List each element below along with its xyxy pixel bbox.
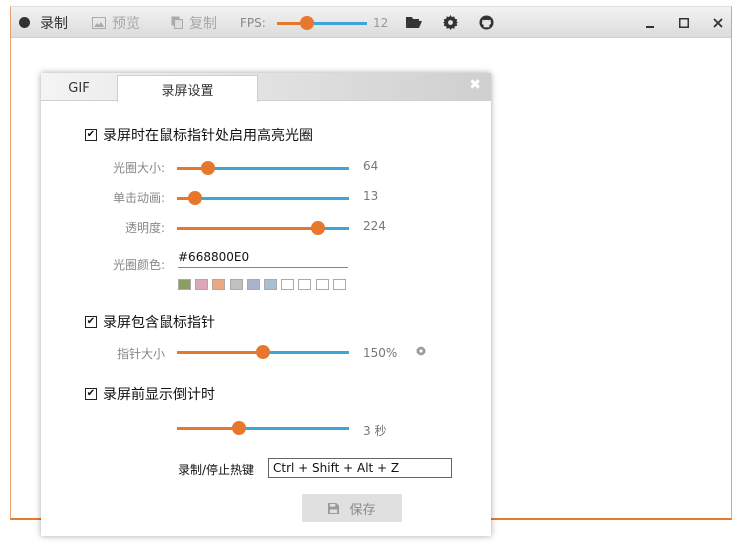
color-swatch[interactable]: [298, 279, 312, 290]
copy-label: 复制: [189, 15, 217, 32]
halo-size-label: 光圈大小:: [113, 161, 166, 175]
click-anim-value: 13: [363, 189, 379, 203]
fps-slider-thumb[interactable]: [300, 16, 314, 30]
color-swatch[interactable]: [212, 279, 226, 290]
halo-size-thumb[interactable]: [201, 161, 215, 175]
countdown-slider[interactable]: [177, 420, 349, 436]
folder-open-icon: [406, 17, 422, 28]
cursor-checkbox-label: 录屏包含鼠标指针: [103, 315, 215, 331]
close-icon: [713, 17, 723, 28]
color-swatch[interactable]: [264, 279, 277, 290]
copy-icon: [171, 16, 183, 29]
save-label: 保存: [349, 502, 376, 518]
pointer-settings-gear-icon[interactable]: [416, 346, 426, 356]
halo-size-value: 64: [363, 159, 379, 173]
image-icon: [92, 16, 106, 29]
color-swatch[interactable]: [281, 279, 295, 290]
countdown-checkbox-label: 录屏前显示倒计时: [103, 387, 215, 403]
cursor-checkbox-row[interactable]: ✔ 录屏包含鼠标指针: [85, 312, 215, 332]
countdown-checkbox-row[interactable]: ✔ 录屏前显示倒计时: [85, 384, 215, 404]
color-swatch[interactable]: [246, 279, 260, 290]
click-anim-label: 单击动画:: [113, 191, 166, 205]
open-folder-button[interactable]: [406, 7, 422, 38]
tab-record-settings[interactable]: 录屏设置: [117, 75, 258, 102]
fps-control: FPS:: [240, 7, 266, 38]
fps-slider[interactable]: [277, 15, 367, 31]
github-button[interactable]: [479, 7, 494, 38]
fps-value: 12: [373, 16, 389, 30]
highlight-checkbox-label: 录屏时在鼠标指针处启用高亮光圈: [103, 128, 313, 144]
halo-color-label: 光圈颜色:: [113, 258, 166, 272]
color-swatch[interactable]: [332, 279, 346, 290]
panel-tab-bar: GIF 录屏设置 ✖: [41, 73, 491, 102]
pointer-size-value: 150%: [363, 346, 398, 360]
opacity-thumb[interactable]: [311, 221, 325, 235]
color-swatch[interactable]: [315, 279, 329, 290]
pointer-size-thumb[interactable]: [256, 345, 270, 359]
record-label: 录制: [40, 15, 68, 32]
click-anim-slider[interactable]: [177, 190, 349, 206]
color-swatch[interactable]: [178, 279, 191, 290]
settings-button[interactable]: [443, 7, 458, 38]
halo-color-input[interactable]: #668800E0: [178, 250, 348, 268]
opacity-label: 透明度:: [125, 221, 166, 235]
hotkey-input[interactable]: Ctrl + Shift + Alt + Z: [268, 458, 452, 478]
pointer-size-slider[interactable]: [177, 344, 349, 360]
maximize-button[interactable]: [667, 7, 701, 38]
title-bar: 录制 预览 复制 FPS: 12: [11, 7, 731, 38]
gear-icon: [443, 15, 458, 30]
record-icon: [19, 17, 30, 28]
minimize-icon: [646, 25, 654, 28]
color-swatch[interactable]: [229, 279, 243, 290]
hotkey-label: 录制/停止热键: [178, 463, 255, 477]
color-swatch[interactable]: [195, 279, 209, 290]
close-button[interactable]: [701, 7, 735, 38]
pointer-size-label: 指针大小: [117, 347, 166, 361]
minimize-button[interactable]: [633, 7, 667, 38]
countdown-checkbox[interactable]: ✔: [85, 388, 97, 400]
tab-gif[interactable]: GIF: [41, 75, 117, 101]
settings-panel: GIF 录屏设置 ✖ ✔ 录屏时在鼠标指针处启用高亮光圈 光圈大小: 64 单击…: [41, 73, 491, 536]
save-button[interactable]: 保存: [302, 494, 402, 522]
panel-close-icon[interactable]: ✖: [469, 77, 481, 93]
highlight-checkbox[interactable]: ✔: [85, 129, 97, 141]
copy-button[interactable]: 复制: [171, 7, 217, 38]
opacity-slider[interactable]: [177, 220, 349, 236]
fps-label: FPS:: [240, 15, 266, 30]
click-anim-thumb[interactable]: [188, 191, 202, 205]
preview-button[interactable]: 预览: [92, 7, 140, 38]
countdown-value: 3 秒: [363, 424, 387, 438]
highlight-checkbox-row[interactable]: ✔ 录屏时在鼠标指针处启用高亮光圈: [85, 125, 313, 145]
maximize-icon: [679, 17, 689, 28]
preview-label: 预览: [112, 15, 140, 32]
cursor-checkbox[interactable]: ✔: [85, 316, 97, 328]
record-button[interactable]: 录制: [19, 7, 68, 38]
github-icon: [479, 15, 494, 30]
save-icon: [328, 502, 340, 514]
countdown-thumb[interactable]: [232, 421, 246, 435]
opacity-value: 224: [363, 219, 386, 233]
halo-size-slider[interactable]: [177, 160, 349, 176]
